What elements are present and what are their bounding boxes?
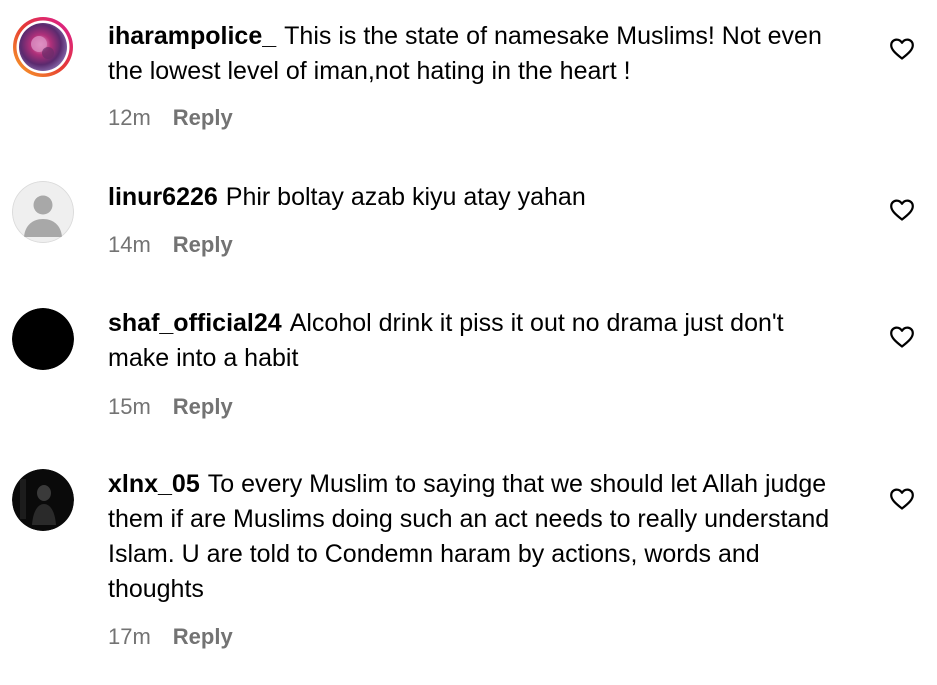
avatar[interactable] xyxy=(12,16,74,78)
reply-button[interactable]: Reply xyxy=(173,624,233,650)
like-button[interactable] xyxy=(889,198,915,222)
black-avatar-icon xyxy=(12,308,74,370)
reply-button[interactable]: Reply xyxy=(173,394,233,420)
comment-text-block: xlnx_05 To every Muslim to saying that we… xyxy=(108,467,848,607)
avatar[interactable] xyxy=(12,308,74,370)
profile-photo-icon xyxy=(13,17,73,77)
default-user-avatar-icon xyxy=(12,181,74,243)
heart-outline-icon xyxy=(890,38,914,60)
heart-outline-icon xyxy=(890,199,914,221)
comment-timestamp: 14m xyxy=(108,232,151,257)
comment-username[interactable]: iharampolice_ xyxy=(108,22,276,50)
comment-text-block: iharampolice_ This is the state of namesa… xyxy=(108,19,848,89)
heart-outline-icon xyxy=(890,488,914,510)
reply-button[interactable]: Reply xyxy=(173,232,233,258)
comment-timestamp: 12m xyxy=(108,105,151,130)
like-button[interactable] xyxy=(889,37,915,61)
comment-text: To every Muslim to saying that we should… xyxy=(108,470,830,603)
heart-outline-icon xyxy=(890,326,914,348)
comment-username[interactable]: shaf_official24 xyxy=(108,309,282,337)
comment-text: Phir boltay azab kiyu atay yahan xyxy=(225,183,586,211)
comment-timestamp: 17m xyxy=(108,624,151,649)
comment-text-block: linur6226 Phir boltay azab kiyu atay yaha… xyxy=(108,180,848,215)
like-button[interactable] xyxy=(889,325,915,349)
dark-photo-avatar-icon xyxy=(12,469,74,531)
like-button[interactable] xyxy=(889,487,915,511)
avatar[interactable] xyxy=(12,469,74,531)
avatar[interactable] xyxy=(12,181,74,243)
comment-timestamp: 15m xyxy=(108,394,151,419)
comment-text-block: shaf_official24 Alcohol drink it piss it … xyxy=(108,306,848,376)
comment-username[interactable]: linur6226 xyxy=(108,183,218,211)
reply-button[interactable]: Reply xyxy=(173,105,233,131)
comment-username[interactable]: xlnx_05 xyxy=(108,470,200,498)
